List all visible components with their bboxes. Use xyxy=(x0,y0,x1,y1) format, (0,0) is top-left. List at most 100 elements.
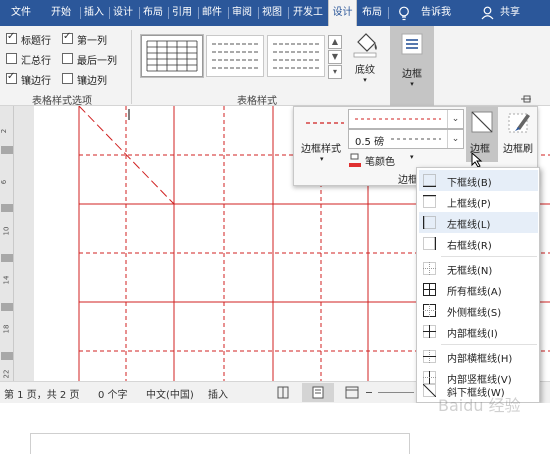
zoom-out-icon[interactable] xyxy=(366,392,372,393)
table-style-plain-2[interactable] xyxy=(267,35,325,77)
menu-item-bottom-border[interactable]: 下框线(B) xyxy=(419,170,538,191)
last-column-checkbox[interactable] xyxy=(62,53,73,64)
tab-home[interactable]: 开始 xyxy=(46,0,76,26)
border-styles-label[interactable]: 边框样式 xyxy=(301,140,341,155)
tab-insert[interactable]: 插入 xyxy=(81,0,107,26)
print-layout-icon xyxy=(312,386,324,399)
menu-item-label: 无框线(N) xyxy=(447,266,493,277)
menu-item-label: 上框线(P) xyxy=(447,199,491,210)
tab-references[interactable]: 引用 xyxy=(169,0,195,26)
banded-rows-label: 镶边行 xyxy=(21,76,51,87)
shading-button[interactable]: 底纹 ▾ xyxy=(345,28,385,88)
chevron-down-icon: ⌄ xyxy=(447,130,463,148)
zoom-slider[interactable] xyxy=(378,392,414,393)
page-count[interactable]: 第 1 页，共 2 页 xyxy=(4,386,79,401)
bottom-border-icon xyxy=(423,174,436,187)
insert-mode-indicator[interactable]: 插入 xyxy=(208,386,228,401)
paint-bucket-icon xyxy=(353,33,377,58)
border-painter-button[interactable]: 边框刷 xyxy=(501,107,537,162)
first-column-checkbox[interactable] xyxy=(62,31,73,44)
menu-item-label: 外侧框线(S) xyxy=(447,308,502,319)
borders-ribbon-button[interactable]: 边框 ▾ xyxy=(390,26,434,106)
next-page-edge xyxy=(30,433,410,454)
menu-item-inside-horizontal-border[interactable]: 内部横框线(H) xyxy=(419,346,538,367)
ruler-block xyxy=(1,204,13,212)
header-row-checkbox[interactable] xyxy=(6,31,17,44)
menu-item-outside-borders[interactable]: 外侧框线(S) xyxy=(419,300,538,321)
tab-view[interactable]: 视图 xyxy=(259,0,285,26)
tab-developer[interactable]: 开发工 xyxy=(289,0,327,26)
menu-item-no-border[interactable]: 无框线(N) xyxy=(419,258,538,279)
last-column-label: 最后一列 xyxy=(77,56,117,67)
ruler-number: 10 xyxy=(2,226,11,236)
total-row-checkbox[interactable] xyxy=(6,53,17,64)
banded-rows-checkbox[interactable] xyxy=(6,71,17,84)
print-layout-button[interactable] xyxy=(302,383,334,402)
line-weight-value: 0.5 磅 xyxy=(355,137,385,148)
menu-separator xyxy=(441,256,537,257)
gallery-scroll-down[interactable]: ▼ xyxy=(328,50,342,64)
line-weight-dropdown[interactable]: 0.5 磅 ⌄ xyxy=(348,129,464,149)
plain-table-style-icon xyxy=(273,43,320,69)
tab-design[interactable]: 设计 xyxy=(110,0,136,26)
chevron-down-icon: ▾ xyxy=(363,76,367,84)
tab-table-design[interactable]: 设计 xyxy=(328,0,357,26)
tab-layout[interactable]: 布局 xyxy=(140,0,166,26)
tell-me-search[interactable]: 告诉我 xyxy=(416,0,456,26)
border-painter-label: 边框刷 xyxy=(503,144,533,155)
gallery-scroll-up[interactable]: ▲ xyxy=(328,35,342,49)
borders-icon xyxy=(401,33,423,55)
collapse-ribbon-icon[interactable] xyxy=(520,94,532,104)
shading-label: 底纹 xyxy=(355,65,375,76)
left-border-icon xyxy=(423,216,436,229)
table-style-grid-selected[interactable] xyxy=(140,34,204,78)
language-indicator[interactable]: 中文(中国) xyxy=(146,386,194,401)
top-border-icon xyxy=(423,195,436,208)
person-icon[interactable] xyxy=(481,6,494,20)
menu-item-all-borders[interactable]: 所有框线(A) xyxy=(419,279,538,300)
ruler-block xyxy=(1,303,13,311)
menu-item-right-border[interactable]: 右框线(R) xyxy=(419,233,538,254)
border-style-swatch-icon[interactable] xyxy=(302,112,348,134)
total-row-label: 汇总行 xyxy=(21,56,51,67)
ruler-number: 18 xyxy=(2,324,11,334)
read-mode-icon[interactable] xyxy=(277,386,289,399)
tab-file[interactable]: 文件 xyxy=(4,0,38,26)
ruler-block xyxy=(1,352,13,360)
menu-item-label: 左框线(L) xyxy=(447,220,491,231)
dashed-line-icon xyxy=(391,138,441,140)
menu-item-inside-borders[interactable]: 内部框线(I) xyxy=(419,321,538,342)
gallery-expand[interactable]: ▾ xyxy=(328,65,342,79)
diagonal-border-icon xyxy=(471,111,493,133)
tab-review[interactable]: 审阅 xyxy=(229,0,255,26)
dashed-line-icon xyxy=(355,118,441,120)
pen-color-button[interactable]: 笔颜色 ▾ xyxy=(348,151,418,169)
vertical-ruler: 2 6 10 14 18 22 xyxy=(0,106,14,381)
banded-columns-checkbox[interactable] xyxy=(62,73,73,84)
pen-color-label: 笔颜色 xyxy=(365,157,395,168)
table-style-plain-1[interactable] xyxy=(206,35,264,77)
no-border-icon xyxy=(423,262,436,275)
first-column-label: 第一列 xyxy=(77,36,107,47)
tab-table-layout[interactable]: 布局 xyxy=(358,0,386,26)
banded-columns-label: 镶边列 xyxy=(77,76,107,87)
border-painter-icon xyxy=(508,113,530,133)
lightbulb-icon[interactable] xyxy=(398,6,410,21)
menu-item-top-border[interactable]: 上框线(P) xyxy=(419,191,538,212)
plain-table-style-icon xyxy=(212,43,259,69)
borders-group-label: 边框 xyxy=(398,175,418,186)
tab-mailings[interactable]: 邮件 xyxy=(199,0,225,26)
grid-table-style-icon xyxy=(146,40,198,72)
menu-item-left-border[interactable]: 左框线(L) xyxy=(419,212,538,233)
line-style-dropdown[interactable]: ⌄ xyxy=(348,109,464,129)
web-layout-icon[interactable] xyxy=(345,386,359,399)
all-borders-icon xyxy=(423,283,436,296)
ruler-block xyxy=(1,254,13,262)
ribbon-tab-bar: 文件 开始 插入 设计 布局 引用 邮件 审阅 视图 开发工 设计 布局 告诉我… xyxy=(0,0,550,26)
share-button[interactable]: 共享 xyxy=(496,0,524,26)
table-styles-group-label: 表格样式 xyxy=(237,96,277,107)
ruler-number: 22 xyxy=(2,369,11,379)
menu-item-label: 右框线(R) xyxy=(447,241,492,252)
word-count[interactable]: 0 个字 xyxy=(98,386,128,401)
ruler-number: 2 xyxy=(0,128,9,134)
